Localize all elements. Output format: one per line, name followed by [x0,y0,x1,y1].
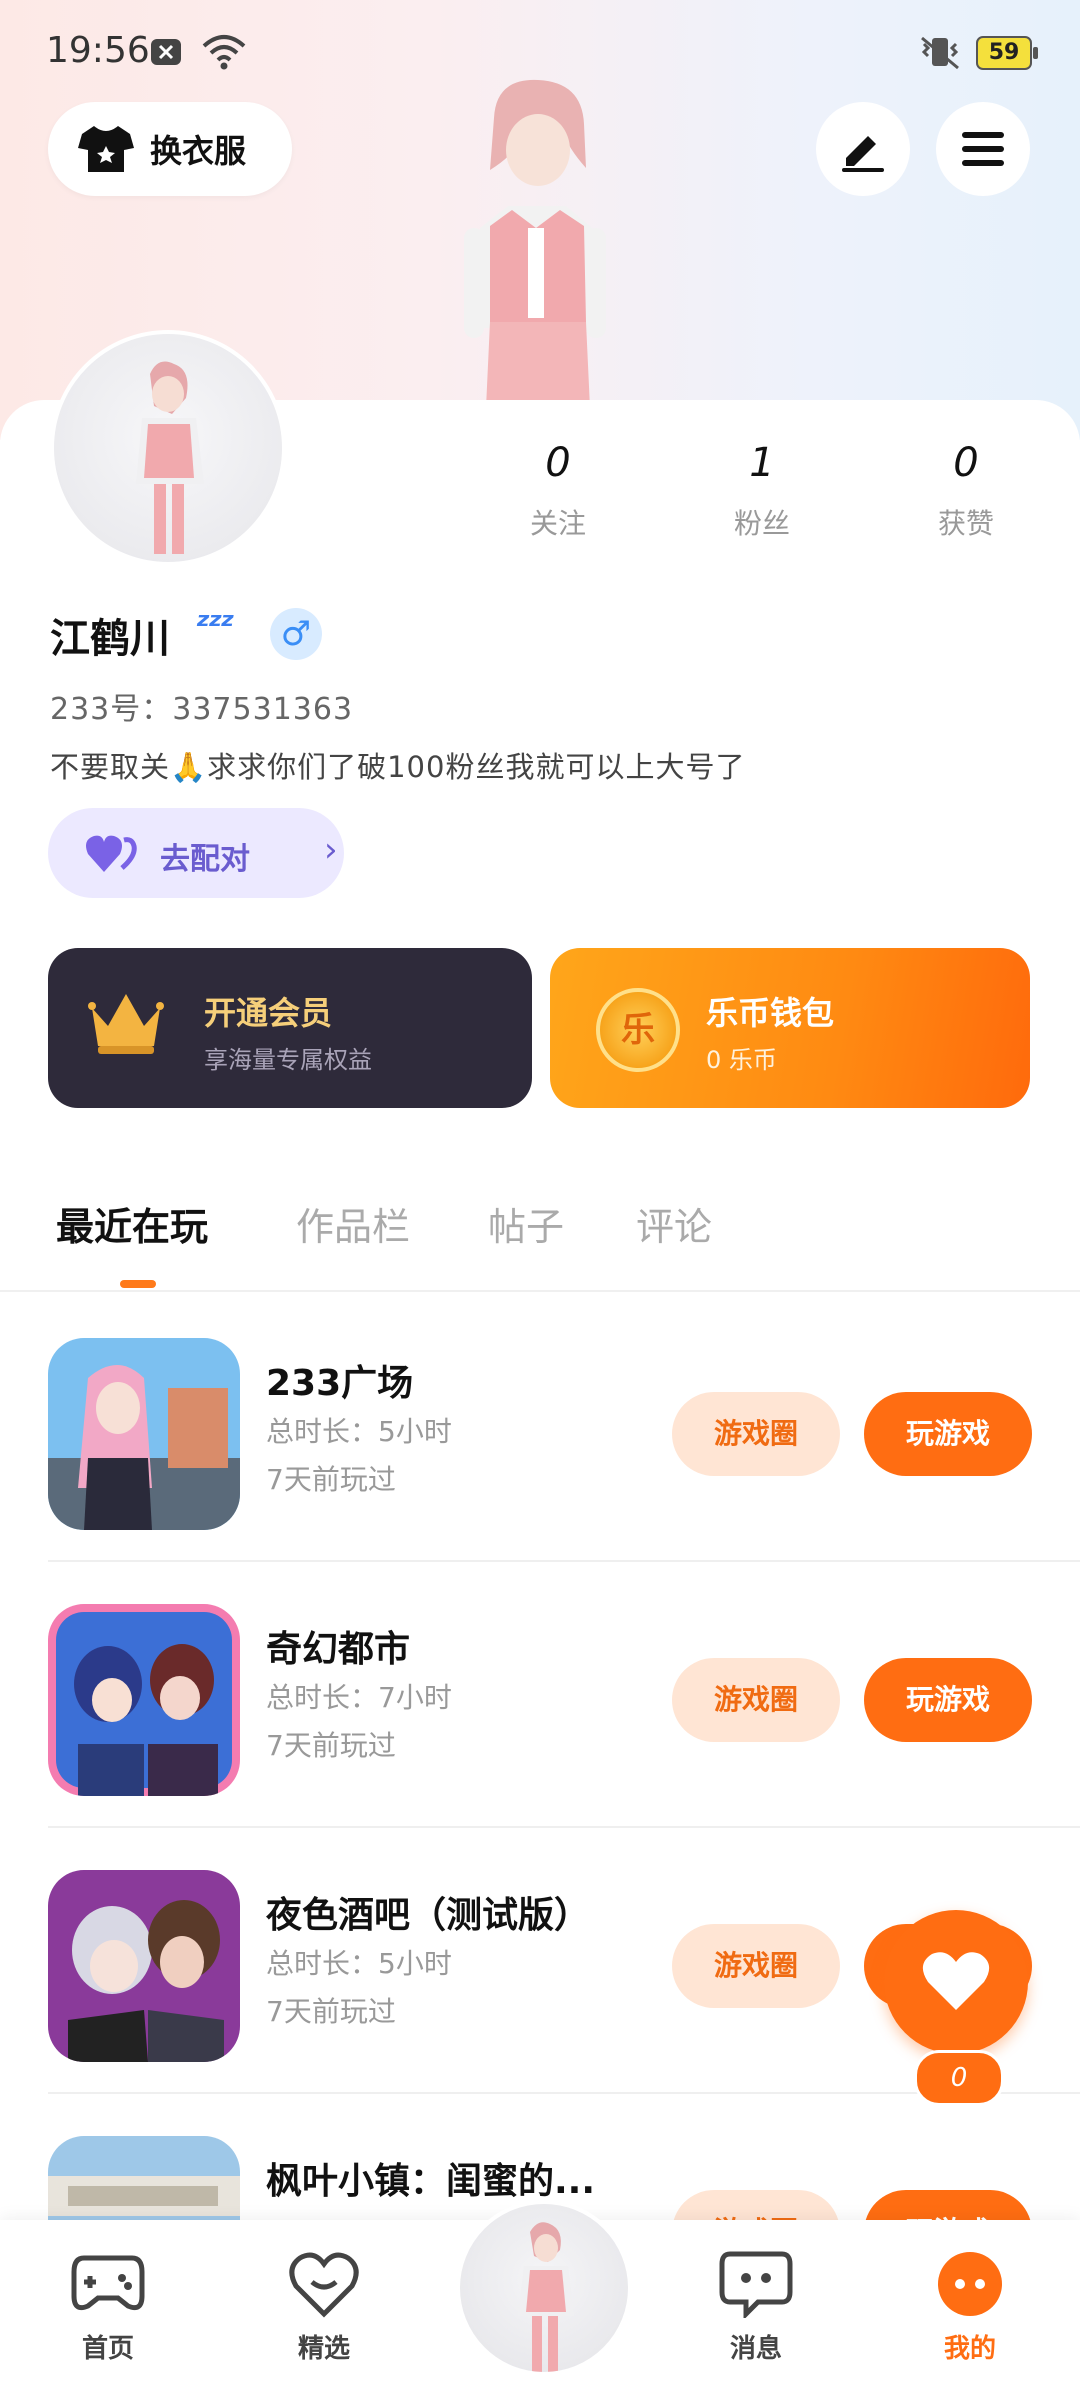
nav-home-label: 首页 [81,2334,134,2364]
heart-icon [922,1952,990,2010]
game-thumbnail[interactable] [48,1604,240,1796]
wallet-title: 乐币钱包 [706,994,835,1032]
tab-posts[interactable]: 帖子 [488,1196,564,1251]
avatar-figure-icon [136,361,204,554]
avatar-figure-icon [518,2222,574,2372]
game-duration: 总时长：5小时 [266,1415,452,1448]
fans-label: 粉丝 [733,507,790,540]
nav-me[interactable]: 我的 [900,2248,1040,2365]
hamburger-icon [962,132,1004,166]
game-circle-button[interactable]: 游戏圈 [672,1392,840,1476]
game-title: 奇幻都市 [266,1629,411,1670]
active-tab-indicator [120,1280,156,1288]
wifi-icon [202,35,246,70]
edit-profile-button[interactable] [816,102,910,196]
nav-avatar-center[interactable] [456,2200,632,2376]
likes-label: 获赞 [937,507,994,540]
sleeping-status-icon: ᶻᶻᶻ [196,606,235,646]
stat-fans[interactable]: 1 粉丝 [682,440,842,542]
open-vip-card[interactable]: 开通会员 享海量专属权益 [48,948,532,1108]
chevron-right-icon: › [324,830,338,870]
heart-chat-icon [289,2252,359,2318]
like-count: 0 [914,2050,1004,2106]
game-thumbnail[interactable] [48,1338,240,1530]
nav-messages[interactable]: 消息 [686,2248,826,2365]
game-thumbnail[interactable] [48,1870,240,2062]
change-outfit-label: 换衣服 [150,132,247,170]
like-fab-button[interactable] [884,1910,1028,2054]
pencil-icon [842,136,884,172]
message-icon [719,2251,793,2321]
gamepad-icon [71,2255,145,2311]
menu-button[interactable] [936,102,1030,196]
game-title: 233广场 [266,1363,414,1404]
nav-messages-label: 消息 [729,2334,782,2364]
game-last-played: 7天前玩过 [266,1995,396,2028]
nav-me-label: 我的 [943,2334,996,2364]
shirt-icon [78,126,134,172]
likes-count: 0 [953,440,979,486]
battery-indicator: 59 [976,36,1038,70]
tab-works[interactable]: 作品栏 [296,1196,410,1251]
avatar-3d-figure[interactable] [436,78,636,408]
nav-home[interactable]: 首页 [38,2248,178,2365]
notification-icon [151,39,181,65]
game-title: 夜色酒吧（测试版） [266,1895,591,1936]
game-last-played: 7天前玩过 [266,1463,396,1496]
game-last-played: 7天前玩过 [266,1729,396,1762]
bottom-navigation: 首页 精选 消息 我的 [0,2200,1080,2400]
status-time: 19:56 [46,30,150,71]
user-id: 233号：337531363 [50,692,354,727]
game-duration: 总时长：5小时 [266,1947,452,1980]
le-coin-wallet-card[interactable]: 乐 乐币钱包 0 乐币 [550,948,1030,1108]
stat-likes[interactable]: 0 获赞 [886,440,1046,542]
profile-avatar[interactable] [50,330,286,566]
game-circle-button[interactable]: 游戏圈 [672,1924,840,2008]
stat-following[interactable]: 0 关注 [478,440,638,542]
game-list-item[interactable]: 奇幻都市 总时长：7小时 7天前玩过 游戏圈 玩游戏 [0,1562,1080,1828]
user-bio: 不要取关🙏求求你们了破100粉丝我就可以上大号了 [50,750,746,784]
change-outfit-button[interactable]: 换衣服 [48,102,292,196]
game-list-item[interactable]: 233广场 总时长：5小时 7天前玩过 游戏圈 玩游戏 [0,1296,1080,1562]
me-icon [938,2252,1002,2316]
nav-featured[interactable]: 精选 [254,2248,394,2365]
game-circle-button[interactable]: 游戏圈 [672,1658,840,1742]
crown-icon [88,994,164,1054]
go-match-label: 去配对 [160,842,250,877]
coin-icon: 乐 [596,988,680,1072]
game-title: 枫叶小镇：闺蜜的... [266,2161,596,2202]
game-duration: 总时长：7小时 [266,1681,452,1714]
nav-featured-label: 精选 [297,2334,350,2364]
following-label: 关注 [529,507,586,540]
double-heart-icon [86,835,137,872]
tab-recently-played[interactable]: 最近在玩 [56,1196,208,1251]
play-game-button[interactable]: 玩游戏 [864,1658,1032,1742]
play-game-button[interactable]: 玩游戏 [864,1392,1032,1476]
fans-count: 1 [749,440,775,486]
wallet-balance: 0 乐币 [706,1046,777,1074]
following-count: 0 [545,440,571,486]
go-match-button[interactable]: 去配对 › [48,808,344,898]
user-name: 江鹤川 [50,616,170,662]
tab-comments[interactable]: 评论 [636,1196,712,1251]
profile-tabs: 最近在玩 作品栏 帖子 评论 [0,1196,1080,1292]
vibrate-icon [921,36,959,70]
vip-title: 开通会员 [204,994,333,1032]
male-gender-icon: ♂ [270,608,322,660]
vip-subtitle: 享海量专属权益 [204,1046,372,1074]
